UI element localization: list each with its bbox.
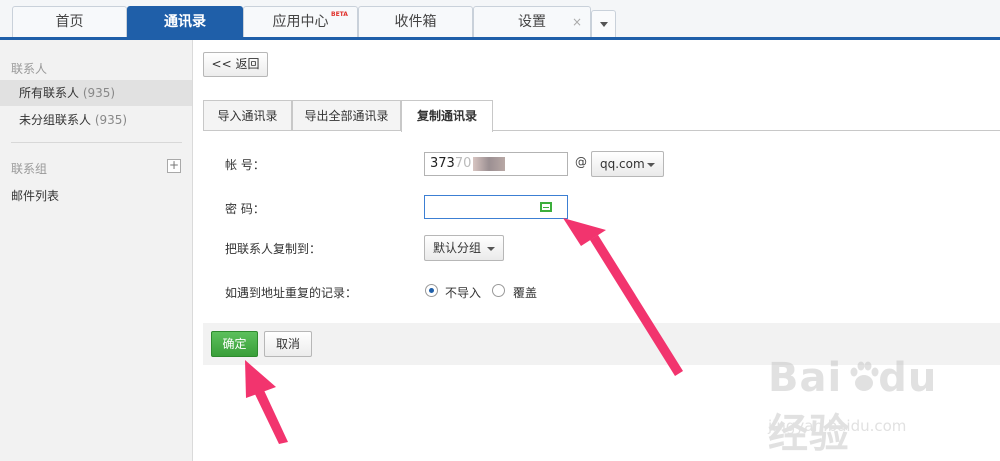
tab-contacts[interactable]: 通讯录 bbox=[127, 6, 243, 37]
sidebar-item-ungrouped[interactable]: 未分组联系人 (935) bbox=[0, 107, 192, 133]
radio-skip-import-label: 不导入 bbox=[445, 286, 482, 300]
active-tab-gap bbox=[402, 130, 492, 132]
account-label: 帐 号： bbox=[225, 158, 265, 172]
contact-count: (935) bbox=[94, 113, 128, 127]
tab-home-label: 首页 bbox=[55, 14, 84, 30]
sidebar-item-label: 所有联系人 bbox=[19, 86, 80, 100]
beta-badge: BETA bbox=[331, 11, 348, 18]
baidu-paw-icon bbox=[850, 361, 879, 391]
account-value-partial: 70 bbox=[454, 156, 472, 171]
chevron-down-icon bbox=[487, 247, 495, 251]
account-value: 373 bbox=[430, 156, 455, 171]
tab-home[interactable]: 首页 bbox=[12, 6, 127, 37]
tab-label: 导入通讯录 bbox=[217, 109, 278, 123]
tab-app-center-label: 应用中心 bbox=[272, 14, 329, 30]
password-label: 密 码： bbox=[225, 202, 265, 216]
chevron-down-icon bbox=[600, 22, 608, 27]
tab-settings-label: 设置 bbox=[518, 14, 546, 30]
baidu-watermark: Bai du经验 jingyan.baidu.com bbox=[768, 355, 958, 457]
sidebar-divider bbox=[11, 142, 182, 143]
redacted-blur bbox=[473, 157, 505, 171]
group-value: 默认分组 bbox=[433, 241, 482, 255]
tab-import-contacts[interactable]: 导入通讯录 bbox=[203, 100, 292, 131]
add-group-button[interactable]: + bbox=[167, 159, 181, 173]
copy-to-label: 把联系人复制到： bbox=[225, 242, 322, 256]
at-sign: @ bbox=[575, 155, 587, 169]
sidebar: 联系人 所有联系人 (935) 未分组联系人 (935) 联系组 + 邮件列表 bbox=[0, 40, 193, 461]
sidebar-item-mail-list[interactable]: 邮件列表 bbox=[11, 187, 59, 204]
tab-export-all-contacts[interactable]: 导出全部通讯录 bbox=[292, 100, 401, 131]
contact-count: (935) bbox=[82, 86, 116, 100]
tab-app-center[interactable]: 应用中心 BETA bbox=[243, 6, 358, 37]
tab-inbox[interactable]: 收件箱 bbox=[358, 6, 473, 37]
contacts-heading: 联系人 bbox=[11, 62, 48, 76]
close-icon[interactable]: × bbox=[572, 7, 582, 37]
radio-skip-import[interactable] bbox=[425, 284, 438, 297]
tab-label: 复制通讯录 bbox=[416, 109, 477, 123]
password-input[interactable] bbox=[424, 195, 568, 219]
groups-heading: 联系组 bbox=[11, 162, 48, 176]
tab-label: 导出全部通讯录 bbox=[304, 109, 389, 123]
cancel-button[interactable]: 取消 bbox=[264, 331, 312, 357]
tab-underline bbox=[203, 130, 1000, 131]
duplicate-label: 如遇到地址重复的记录： bbox=[225, 286, 358, 300]
tab-copy-contacts[interactable]: 复制通讯录 bbox=[401, 100, 493, 132]
radio-overwrite[interactable] bbox=[492, 284, 505, 297]
tab-contacts-label: 通讯录 bbox=[164, 14, 206, 30]
top-navigation-bar: 首页 通讯录 应用中心 BETA 收件箱 设置 × bbox=[0, 0, 1000, 40]
tab-settings[interactable]: 设置 × bbox=[473, 6, 591, 37]
group-select[interactable]: 默认分组 bbox=[424, 235, 504, 261]
domain-value: qq.com bbox=[600, 157, 645, 171]
back-button[interactable]: << 返回 bbox=[203, 52, 268, 77]
sidebar-item-label: 未分组联系人 bbox=[19, 113, 92, 127]
radio-overwrite-label: 覆盖 bbox=[513, 286, 538, 300]
keyboard-icon[interactable] bbox=[540, 202, 552, 212]
confirm-button[interactable]: 确定 bbox=[211, 331, 258, 357]
sidebar-item-all-contacts[interactable]: 所有联系人 (935) bbox=[0, 80, 192, 106]
tab-inbox-label: 收件箱 bbox=[394, 14, 437, 30]
domain-select[interactable]: qq.com bbox=[591, 151, 664, 177]
watermark-url: jingyan.baidu.com bbox=[768, 417, 907, 435]
chevron-down-icon bbox=[647, 163, 655, 167]
account-input[interactable]: 37370 bbox=[424, 152, 568, 176]
tabs-dropdown-button[interactable] bbox=[591, 10, 616, 37]
